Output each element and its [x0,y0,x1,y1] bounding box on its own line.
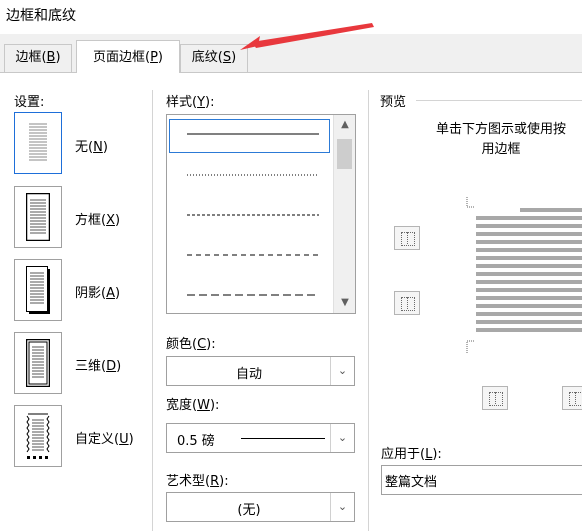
right-border-toggle-icon[interactable] [562,386,582,410]
tab-page-border[interactable]: 页面边框(P) [76,40,180,73]
scroll-thumb[interactable] [337,139,352,169]
preview-title: 预览 [380,95,407,110]
preview-hint: 单击下方图示或使用按 用边框 [396,120,582,160]
left-border-toggle-icon[interactable] [482,386,508,410]
preview-text-line [476,264,582,268]
setting-shadow-button[interactable] [14,259,62,321]
preview-corner-marks [466,197,475,353]
preview-text-line [476,216,582,220]
width-dropdown[interactable]: 0.5 磅 ⌄ [166,423,355,453]
color-label: 颜色(C): [166,337,216,352]
scroll-down-icon[interactable]: ▼ [334,297,356,308]
bottom-border-toggle-icon[interactable] [394,291,420,315]
preview-text-line [520,208,582,212]
art-dropdown[interactable]: (无) ⌄ [166,492,355,522]
setting-custom-label: 自定义(U) [75,432,134,447]
preview-text-line [476,224,582,228]
page-shadow-icon [26,266,50,314]
setting-box-label: 方框(X) [75,213,121,228]
setting-custom-button[interactable] [14,405,62,467]
preview-text-line [476,328,582,332]
preview-text-line [476,280,582,284]
preview-text-line [476,296,582,300]
width-value: 0.5 磅 [177,434,215,449]
preview-text-line [476,232,582,236]
preview-text-line [476,304,582,308]
page-3d-icon [26,339,50,387]
page-box-icon [26,193,50,241]
tab-border[interactable]: 边框(B) [4,44,72,72]
preview-text-line [476,312,582,316]
art-value: (无) [237,503,261,518]
chevron-down-icon[interactable]: ⌄ [330,493,354,521]
setting-shadow-label: 阴影(A) [75,286,121,301]
page-none-icon [26,119,50,167]
width-label: 宽度(W): [166,398,220,413]
setting-none-label: 无(N) [75,140,108,155]
settings-title: 设置: [14,95,45,110]
preview-text-line [476,272,582,276]
setting-none-button[interactable] [14,112,62,174]
color-value: 自动 [235,367,262,382]
art-label: 艺术型(R): [166,474,229,489]
window-title: 边框和底纹 [6,8,76,24]
column-separator [152,90,153,531]
line-styles [187,133,319,296]
setting-3d-label: 三维(D) [75,359,122,374]
chevron-down-icon[interactable]: ⌄ [330,357,354,385]
preview-text-line [476,240,582,244]
style-label: 样式(Y): [166,95,215,110]
annotation-arrow-icon [240,23,374,50]
preview-hint-line2: 用边框 [481,142,521,157]
preview-text-line [476,248,582,252]
style-scrollbar[interactable]: ▲ ▼ [333,115,355,313]
style-list[interactable]: ▲ ▼ [166,114,356,314]
top-border-toggle-icon[interactable] [394,226,420,250]
color-dropdown[interactable]: 自动 ⌄ [166,356,355,386]
preview-text-line [476,320,582,324]
column-separator [368,90,369,531]
setting-box-button[interactable] [14,186,62,248]
preview-hint-line1: 单击下方图示或使用按 [435,122,566,137]
width-line-sample [241,438,325,439]
apply-to-value: 整篇文档 [385,475,438,490]
preview-group-line [416,100,582,101]
scroll-up-icon[interactable]: ▲ [334,119,356,130]
page-custom-icon [26,412,50,460]
preview-text-line [476,288,582,292]
preview-text-line [476,256,582,260]
chevron-down-icon[interactable]: ⌄ [330,424,354,452]
setting-3d-button[interactable] [14,332,62,394]
apply-to-label: 应用于(L): [381,447,442,462]
